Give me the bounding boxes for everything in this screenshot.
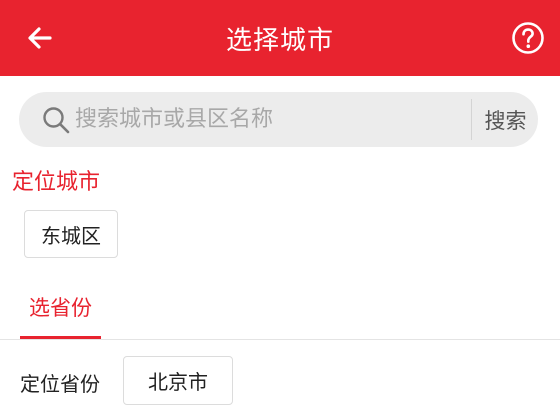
located-province-chip[interactable]: 北京市 <box>123 356 233 405</box>
help-circle-icon <box>512 22 544 54</box>
search-divider <box>471 99 472 140</box>
located-city-heading: 定位城市 <box>12 170 101 195</box>
page-title: 选择城市 <box>225 25 334 56</box>
tabs-divider <box>0 339 560 340</box>
search-bar: 搜索 <box>19 92 538 147</box>
tab-select-province[interactable]: 选省份 <box>20 292 101 340</box>
located-province-label: 定位省份 <box>20 372 100 396</box>
located-city-chip[interactable]: 东城区 <box>24 210 118 258</box>
search-button[interactable]: 搜索 <box>473 92 538 147</box>
help-button[interactable] <box>508 18 548 58</box>
app-header: 选择城市 <box>0 0 560 76</box>
search-icon <box>43 107 70 134</box>
search-input[interactable] <box>75 100 465 139</box>
